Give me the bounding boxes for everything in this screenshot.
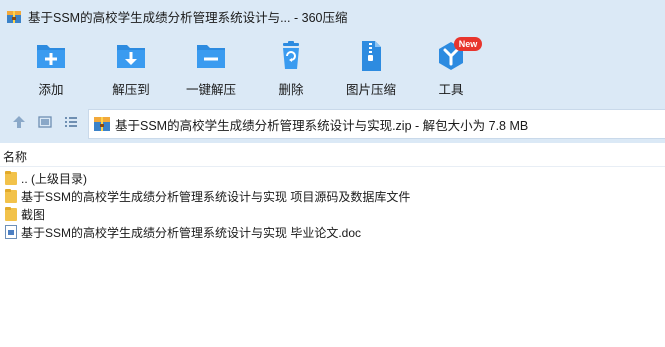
folder-icon bbox=[4, 207, 18, 221]
compressed-file-icon bbox=[354, 39, 388, 73]
delete-button[interactable]: 删除 bbox=[254, 39, 328, 99]
image-compress-button[interactable]: 图片压缩 bbox=[334, 39, 408, 99]
thumbnail-view-icon[interactable] bbox=[37, 114, 53, 130]
folder-icon bbox=[4, 171, 18, 185]
image-compress-label: 图片压缩 bbox=[345, 83, 396, 97]
list-view-icon[interactable] bbox=[63, 114, 79, 130]
tools-button[interactable]: New 工具 bbox=[414, 37, 488, 99]
folder-icon bbox=[4, 189, 18, 203]
column-header: 名称 bbox=[0, 143, 665, 167]
delete-label: 删除 bbox=[278, 83, 304, 97]
list-item-source-folder[interactable]: 基于SSM的高校学生成绩分析管理系统设计与实现 项目源码及数据库文件 bbox=[0, 187, 665, 205]
main-toolbar: 添加 解压到 一键解压 删除 图片压缩 New 工具 bbox=[0, 33, 665, 103]
add-button[interactable]: 添加 bbox=[14, 39, 88, 99]
up-arrow-icon[interactable] bbox=[11, 114, 27, 130]
title-bar: 基于SSM的高校学生成绩分析管理系统设计与... - 360压缩 bbox=[0, 0, 665, 33]
path-text: 基于SSM的高校学生成绩分析管理系统设计与实现.zip - 解包大小为 7.8 … bbox=[115, 118, 529, 133]
path-field[interactable]: 基于SSM的高校学生成绩分析管理系统设计与实现.zip - 解包大小为 7.8 … bbox=[88, 109, 665, 139]
file-name: 基于SSM的高校学生成绩分析管理系统设计与实现 毕业论文.doc bbox=[21, 225, 362, 240]
file-name: 基于SSM的高校学生成绩分析管理系统设计与实现 项目源码及数据库文件 bbox=[21, 189, 411, 204]
list-item-thesis-doc[interactable]: 基于SSM的高校学生成绩分析管理系统设计与实现 毕业论文.doc bbox=[0, 223, 665, 241]
tools-label: 工具 bbox=[438, 83, 464, 97]
one-click-extract-button[interactable]: 一键解压 bbox=[174, 39, 248, 99]
file-name: 截图 bbox=[21, 207, 46, 222]
one-click-extract-label: 一键解压 bbox=[185, 83, 236, 97]
new-badge: New bbox=[454, 37, 482, 51]
zip-archive-icon bbox=[6, 9, 22, 25]
zip-archive-icon bbox=[93, 115, 111, 133]
add-folder-icon bbox=[34, 39, 68, 73]
file-list: .. (上级目录) 基于SSM的高校学生成绩分析管理系统设计与实现 项目源码及数… bbox=[0, 169, 665, 241]
trash-icon bbox=[274, 39, 308, 73]
one-click-extract-icon bbox=[194, 39, 228, 73]
extract-folder-icon bbox=[114, 39, 148, 73]
list-item-parent-directory[interactable]: .. (上级目录) bbox=[0, 169, 665, 187]
word-document-icon bbox=[4, 225, 18, 239]
address-bar: 基于SSM的高校学生成绩分析管理系统设计与实现.zip - 解包大小为 7.8 … bbox=[0, 103, 665, 143]
list-item-screenshots-folder[interactable]: 截图 bbox=[0, 205, 665, 223]
name-column-header[interactable]: 名称 bbox=[3, 148, 27, 165]
file-name: .. (上级目录) bbox=[21, 171, 87, 186]
window-title: 基于SSM的高校学生成绩分析管理系统设计与... - 360压缩 bbox=[28, 11, 348, 25]
new-badge-label: New bbox=[458, 39, 478, 49]
extract-to-button[interactable]: 解压到 bbox=[94, 39, 168, 99]
extract-to-label: 解压到 bbox=[112, 83, 150, 97]
add-label: 添加 bbox=[38, 83, 64, 97]
